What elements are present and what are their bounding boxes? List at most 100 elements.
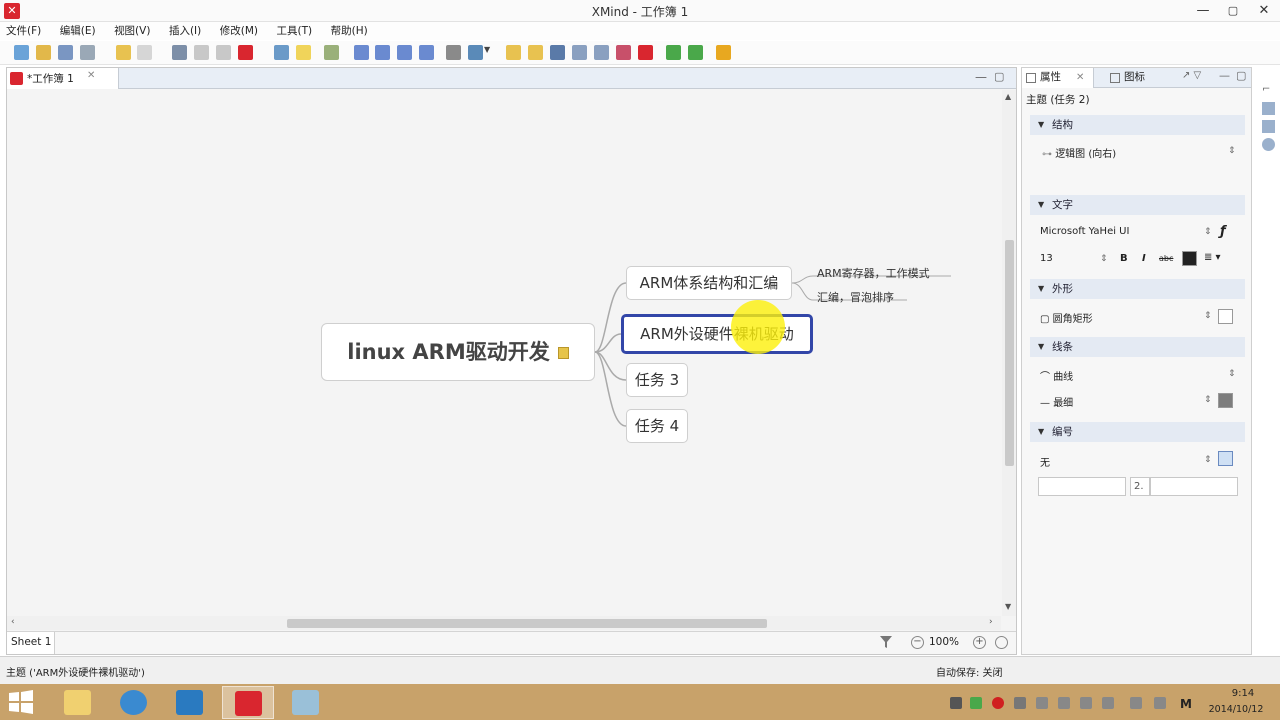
volume-icon[interactable] <box>1130 697 1142 709</box>
section-text[interactable]: ▼ 文字 <box>1030 195 1245 215</box>
tray-security-icon[interactable] <box>1058 697 1070 709</box>
go-up-icon[interactable] <box>716 45 731 60</box>
expand-icon[interactable] <box>666 45 681 60</box>
tray-network-icon[interactable] <box>1014 697 1026 709</box>
line-width-dropdown-icon[interactable]: ⇕ <box>1204 395 1212 405</box>
align-icon[interactable]: ≣ ▾ <box>1204 252 1221 263</box>
taskbar-outlook[interactable] <box>164 686 216 719</box>
shape-dropdown-icon[interactable]: ⇕ <box>1204 311 1212 321</box>
mindmap-canvas[interactable]: linux ARM驱动开发 ARM体系结构和汇编 ARM外设硬件裸机驱动 任务 … <box>7 90 1001 616</box>
idea-icon[interactable] <box>296 45 311 60</box>
fill-color-swatch[interactable] <box>1218 309 1233 324</box>
numbering-inherit-icon[interactable] <box>1218 451 1233 466</box>
line-width-select[interactable]: — 最细 <box>1040 394 1073 409</box>
font-size-dropdown-icon[interactable]: ⇕ <box>1100 254 1108 264</box>
bold-button[interactable]: B <box>1120 253 1128 264</box>
menu-insert[interactable]: 插入(I) <box>169 22 201 40</box>
scroll-up-icon[interactable]: ▲ <box>1005 92 1011 101</box>
print-icon[interactable] <box>80 45 95 60</box>
menu-file[interactable]: 文件(F) <box>6 22 41 40</box>
ime-icon[interactable]: M <box>1180 697 1192 711</box>
line-shape-select[interactable]: ⌒ 曲线 <box>1040 368 1073 383</box>
zoom-out-icon[interactable]: − <box>911 636 924 649</box>
subtopic-node[interactable]: ARM寄存器，工作模式 <box>817 265 930 281</box>
taskbar-notepad[interactable] <box>280 686 332 719</box>
tray-sync-icon[interactable] <box>970 697 982 709</box>
font-size-select[interactable]: 13 <box>1040 253 1053 264</box>
tray-power-icon[interactable] <box>1102 697 1114 709</box>
image-dropdown-icon[interactable]: ▼ <box>484 45 499 60</box>
taskbar-ie[interactable] <box>108 686 160 719</box>
filter-icon[interactable] <box>879 635 893 649</box>
font-family-select[interactable]: Microsoft YaHei UI <box>1040 226 1129 237</box>
numbering-suffix-input[interactable] <box>1150 477 1238 496</box>
font-dropdown-icon[interactable]: ⇕ <box>1204 227 1212 237</box>
strikethrough-button[interactable]: abc <box>1159 254 1173 263</box>
outline-icon[interactable] <box>1262 102 1275 115</box>
menu-edit[interactable]: 编辑(E) <box>60 22 96 40</box>
numbering-separator[interactable]: 2. <box>1130 477 1150 496</box>
tray-device-icon[interactable] <box>1036 697 1048 709</box>
summary-icon[interactable] <box>397 45 412 60</box>
horizontal-scrollbar[interactable]: ‹ › <box>7 616 1001 630</box>
label-icon[interactable] <box>572 45 587 60</box>
maximize-button[interactable]: ▢ <box>1218 0 1248 22</box>
section-shape[interactable]: ▼ 外形 <box>1030 279 1245 299</box>
image-icon[interactable] <box>468 45 483 60</box>
tab-properties[interactable]: 属性 ✕ <box>1022 68 1094 88</box>
stop-icon[interactable] <box>638 45 653 60</box>
hyperlink-icon[interactable] <box>446 45 461 60</box>
drill-down-icon[interactable] <box>324 45 339 60</box>
scroll-down-icon[interactable]: ▼ <box>1005 602 1011 611</box>
undo-icon[interactable] <box>116 45 131 60</box>
view-menu-icon[interactable]: ↗ ▽ <box>1182 70 1201 81</box>
menu-help[interactable]: 帮助(H) <box>331 22 368 40</box>
collapse-icon[interactable] <box>688 45 703 60</box>
delete-icon[interactable] <box>238 45 253 60</box>
relationship-icon[interactable] <box>594 45 609 60</box>
windows-start-icon[interactable] <box>8 690 34 714</box>
boundary-icon[interactable] <box>419 45 434 60</box>
topic-icon[interactable] <box>274 45 289 60</box>
numbering-prefix-input[interactable] <box>1038 477 1126 496</box>
topic-node[interactable]: 任务 3 <box>626 363 688 397</box>
marker-icon[interactable] <box>550 45 565 60</box>
properties-close-icon[interactable]: ✕ <box>1076 68 1084 87</box>
line-color-swatch[interactable] <box>1218 393 1233 408</box>
autosave-status[interactable]: 自动保存: 关闭 <box>936 664 1003 679</box>
callout-icon[interactable] <box>375 45 390 60</box>
scroll-right-icon[interactable]: › <box>989 617 993 627</box>
central-topic[interactable]: linux ARM驱动开发 <box>321 323 595 381</box>
pin-icon[interactable]: ⌐ <box>1262 84 1275 97</box>
font-style-icon[interactable]: ƒ <box>1220 224 1226 239</box>
italic-button[interactable]: I <box>1142 253 1146 264</box>
redo-icon[interactable] <box>137 45 152 60</box>
menu-tools[interactable]: 工具(T) <box>277 22 313 40</box>
taskbar-xmind[interactable] <box>222 686 274 719</box>
cut-icon[interactable] <box>172 45 187 60</box>
line-shape-dropdown-icon[interactable]: ⇕ <box>1228 369 1236 379</box>
scroll-left-icon[interactable]: ‹ <box>11 617 15 627</box>
numbering-dropdown-icon[interactable]: ⇕ <box>1204 455 1212 465</box>
new-workbook-icon[interactable] <box>14 45 29 60</box>
save-icon[interactable] <box>58 45 73 60</box>
overview-icon[interactable] <box>1262 120 1275 133</box>
menu-view[interactable]: 视图(V) <box>114 22 150 40</box>
search-icon[interactable] <box>1262 138 1275 151</box>
attachment-icon[interactable] <box>616 45 631 60</box>
shape-select[interactable]: ▢ 圆角矩形 <box>1040 310 1093 325</box>
editor-maximize-icon[interactable]: ▢ <box>994 70 1004 83</box>
tab-icons[interactable]: 图标 <box>1108 68 1145 88</box>
subtopic-node[interactable]: 汇编，冒泡排序 <box>817 289 894 305</box>
paste-icon[interactable] <box>216 45 231 60</box>
text-color-swatch[interactable] <box>1182 251 1197 266</box>
taskbar-explorer[interactable] <box>52 686 104 719</box>
minimize-button[interactable]: — <box>1188 0 1218 22</box>
editor-minimize-icon[interactable]: — <box>975 70 987 84</box>
section-structure[interactable]: ▼ 结构 <box>1030 115 1245 135</box>
topic-node[interactable]: ARM体系结构和汇编 <box>626 266 792 300</box>
close-button[interactable]: ✕ <box>1248 0 1280 22</box>
comment-icon[interactable] <box>528 45 543 60</box>
tab-workbook[interactable]: *工作簿 1 ✕ <box>7 68 119 89</box>
topic-node[interactable]: 任务 4 <box>626 409 688 443</box>
